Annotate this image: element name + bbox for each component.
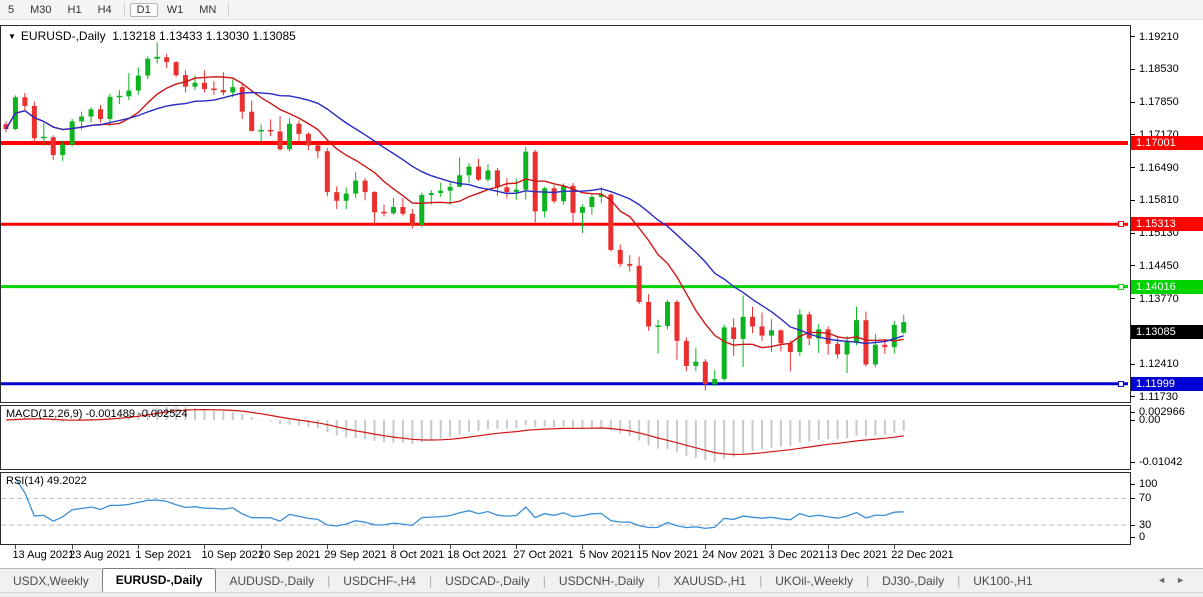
chart-title: ▼ EURUSD-,Daily 1.13218 1.13433 1.13030 1…	[8, 29, 296, 43]
price-line-label: 1.17001	[1131, 135, 1203, 150]
chevron-down-icon[interactable]: ▼	[8, 32, 16, 41]
tab-scroll-right-icon[interactable]: ►	[1176, 575, 1195, 585]
current-price-label: 1.13085	[1131, 324, 1203, 339]
chart-ohlc-values: 1.13218 1.13433 1.13030 1.13085	[112, 29, 296, 43]
tab-scroll-left-icon[interactable]: ◄	[1157, 575, 1176, 585]
tab-scroll-arrows: ◄►	[1157, 575, 1195, 585]
line-handle[interactable]	[1118, 283, 1124, 290]
chart-canvas[interactable]	[0, 0, 1203, 597]
line-handle[interactable]	[1118, 221, 1124, 228]
price-line-label: 1.15313	[1131, 217, 1203, 232]
macd-indicator-label: MACD(12,26,9) -0.001489 -0.002524	[6, 408, 188, 420]
price-line-label: 1.14016	[1131, 279, 1203, 294]
terminal-window: 5 M30 H1 H4 D1 W1 MN ▼ EURUSD-,Daily 1.13218 1.…	[0, 0, 1203, 597]
rsi-indicator-label: RSI(14) 49.2022	[6, 475, 87, 487]
line-handle[interactable]	[1118, 380, 1124, 387]
price-line-label: 1.11999	[1131, 376, 1203, 391]
chart-symbol-label: EURUSD-,Daily	[20, 29, 106, 43]
